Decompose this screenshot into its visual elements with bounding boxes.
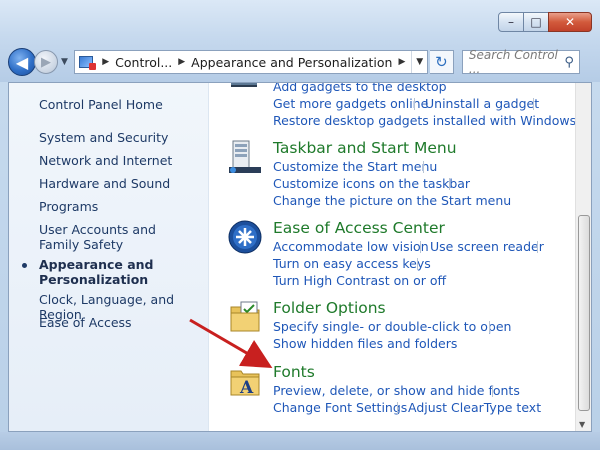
sidebar-item-ease-of-access[interactable]: Ease of Access <box>39 315 209 330</box>
task-separator <box>414 98 415 110</box>
task-customize-taskbar-icons[interactable]: Customize icons on the taskbar <box>273 176 470 191</box>
breadcrumb-separator[interactable]: ▶ <box>178 57 185 67</box>
task-restore-gadgets[interactable]: Restore desktop gadgets installed with W… <box>273 113 576 128</box>
address-bar[interactable]: ▶ Control... ▶ Appearance and Personaliz… <box>73 50 428 74</box>
ease-of-access-icon <box>228 220 262 254</box>
category-list: Add gadgets to the desktop Get more gadg… <box>209 83 577 431</box>
scrollbar-thumb[interactable] <box>578 215 590 411</box>
search-placeholder: Search Control ... <box>468 48 558 76</box>
address-history-dropdown[interactable]: ▼ <box>411 51 427 73</box>
task-separator <box>492 385 493 397</box>
sidebar-item-programs[interactable]: Programs <box>39 199 209 214</box>
minimize-button[interactable]: – <box>498 12 524 32</box>
breadcrumb-appearance[interactable]: Appearance and Personalization <box>191 55 392 70</box>
task-accommodate-low-vision[interactable]: Accommodate low vision <box>273 239 429 254</box>
task-high-contrast[interactable]: Turn High Contrast on or off <box>273 273 446 288</box>
fonts-icon: A <box>230 370 260 398</box>
scroll-down-icon[interactable]: ▼ <box>579 420 585 429</box>
task-preview-fonts[interactable]: Preview, delete, or show and hide fonts <box>273 383 520 398</box>
sidebar-item-control-panel-home[interactable]: Control Panel Home <box>39 97 209 112</box>
task-separator <box>420 241 421 253</box>
task-separator <box>417 258 418 270</box>
task-get-more-gadgets[interactable]: Get more gadgets online <box>273 96 428 111</box>
task-separator <box>489 321 490 333</box>
svg-text:A: A <box>239 378 254 398</box>
task-separator <box>449 178 450 190</box>
navigation-bar: ◀ ▶ ▼ ▶ Control... ▶ Appearance and Pers… <box>8 47 592 77</box>
content-area: Control Panel Home System and Security N… <box>8 82 592 432</box>
sidebar-item-system-security[interactable]: System and Security <box>39 130 209 145</box>
control-panel-window: – □ ✕ ◀ ▶ ▼ ▶ Control... ▶ Appearance an… <box>0 0 600 450</box>
maximize-button[interactable]: □ <box>523 12 549 32</box>
category-title-ease-of-access[interactable]: Ease of Access Center <box>273 219 445 237</box>
task-separator <box>397 402 398 414</box>
task-change-start-picture[interactable]: Change the picture on the Start menu <box>273 193 511 208</box>
task-separator <box>533 98 534 110</box>
task-customize-start-menu[interactable]: Customize the Start menu <box>273 159 437 174</box>
back-button[interactable]: ◀ <box>8 48 36 76</box>
task-uninstall-gadget[interactable]: Uninstall a gadget <box>425 96 539 111</box>
refresh-icon[interactable]: ↻ <box>429 50 454 74</box>
category-title-taskbar[interactable]: Taskbar and Start Menu <box>273 139 457 157</box>
sidebar-item-appearance[interactable]: Appearance and Personalization <box>39 257 159 287</box>
sidebar: Control Panel Home System and Security N… <box>9 83 209 431</box>
caption-buttons: – □ ✕ <box>498 12 592 34</box>
gadgets-icon <box>231 83 257 87</box>
search-icon[interactable]: ⚲ <box>564 55 574 70</box>
forward-button[interactable]: ▶ <box>34 50 58 74</box>
close-button[interactable]: ✕ <box>548 12 592 32</box>
sidebar-item-user-accounts[interactable]: User Accounts and Family Safety <box>39 222 189 252</box>
sidebar-item-network[interactable]: Network and Internet <box>39 153 209 168</box>
task-separator <box>423 161 424 173</box>
folder-options-icon <box>230 301 260 332</box>
control-panel-icon <box>75 51 96 73</box>
category-title-fonts[interactable]: Fonts <box>273 363 315 381</box>
window-bottom-border <box>0 432 600 450</box>
breadcrumb-separator[interactable]: ▶ <box>398 57 405 67</box>
taskbar-start-menu-icon <box>229 140 261 173</box>
task-single-double-click[interactable]: Specify single- or double-click to open <box>273 319 511 334</box>
task-easy-access-keys[interactable]: Turn on easy access keys <box>273 256 431 271</box>
sidebar-item-hardware[interactable]: Hardware and Sound <box>39 176 209 191</box>
task-show-hidden-files[interactable]: Show hidden files and folders <box>273 336 457 351</box>
task-change-font-settings[interactable]: Change Font Settings <box>273 400 407 415</box>
task-adjust-cleartype[interactable]: Adjust ClearType text <box>408 400 541 415</box>
task-add-gadgets[interactable]: Add gadgets to the desktop <box>273 83 447 94</box>
recent-pages-dropdown[interactable]: ▼ <box>61 57 68 67</box>
vertical-scrollbar[interactable]: ▼ <box>575 83 591 431</box>
task-use-screen-reader[interactable]: Use screen reader <box>430 239 544 254</box>
search-input[interactable]: Search Control ... ⚲ <box>461 48 580 76</box>
current-item-bullet <box>22 263 27 268</box>
category-title-folder-options[interactable]: Folder Options <box>273 299 386 317</box>
breadcrumb-separator[interactable]: ▶ <box>102 57 109 67</box>
breadcrumb-control-panel[interactable]: Control... <box>115 55 172 70</box>
task-separator <box>537 241 538 253</box>
